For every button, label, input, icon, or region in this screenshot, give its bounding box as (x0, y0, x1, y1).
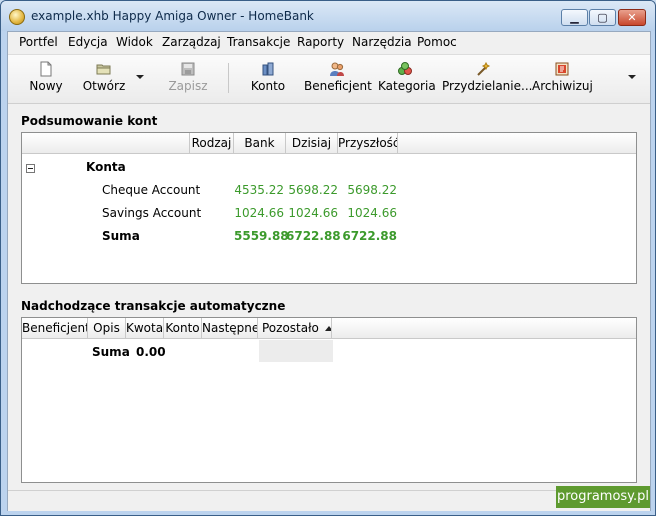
toolbar: Nowy Otwórz Zapisz Konto Beneficjent Kat… (8, 54, 650, 104)
account-label: Konto (250, 79, 286, 93)
archive-icon (555, 62, 569, 76)
today-value: 5698.22 (288, 183, 338, 197)
group-row-accounts[interactable]: Konta (22, 157, 636, 177)
column-header-type[interactable]: Rodzaj (190, 133, 234, 154)
open-button[interactable]: Otwórz (82, 59, 126, 99)
collapse-toggle-icon[interactable] (26, 164, 35, 173)
scheduled-total-row[interactable]: Suma 0.00 (22, 340, 636, 362)
accounts-summary-title: Podsumowanie kont (21, 114, 158, 128)
scheduled-total-label: Suma (92, 345, 130, 359)
minimize-button[interactable]: ▁ (561, 9, 588, 26)
toolbar-overflow-arrow-icon[interactable] (628, 75, 636, 79)
menu-widok[interactable]: Widok (116, 35, 153, 49)
homebank-app-icon[interactable] (9, 9, 25, 25)
column-header-filler (332, 318, 636, 339)
total-row[interactable]: Suma 5559.88 6722.88 6722.88 (22, 226, 636, 246)
column-header-amount[interactable]: Kwota (126, 318, 164, 339)
account-name: Cheque Account (102, 183, 201, 197)
new-label: Nowy (29, 79, 63, 93)
remaining-cell-highlight (259, 340, 333, 362)
assign-label: Przydzielanie... (442, 79, 533, 93)
maximize-button[interactable]: ▢ (589, 9, 616, 26)
payee-people-icon (330, 62, 344, 76)
account-icon (262, 62, 274, 76)
column-header-name[interactable] (22, 133, 190, 154)
bank-value: 4535.22 (234, 183, 284, 197)
column-header-future[interactable]: Przyszłość (338, 133, 398, 154)
menu-bar: Portfel Edycja Widok Zarządzaj Transakcj… (8, 32, 650, 54)
sort-ascending-icon (324, 326, 331, 331)
watermark-badge: programosy.pl (556, 486, 650, 508)
folder-icon (96, 64, 111, 75)
open-label: Otwórz (82, 79, 126, 93)
total-future-value: 6722.88 (342, 229, 397, 243)
archive-button[interactable]: Archiwizuj (532, 59, 593, 99)
payee-button[interactable]: Beneficjent (304, 59, 372, 99)
scheduled-total-amount: 0.00 (136, 345, 166, 359)
table-row[interactable]: Savings Account 1024.66 1024.66 1024.66 (22, 203, 636, 223)
archive-label: Archiwizuj (532, 79, 593, 93)
menu-zarzadzaj[interactable]: Zarządzaj (162, 35, 221, 49)
toolbar-separator (228, 63, 229, 93)
new-button[interactable]: Nowy (26, 59, 66, 99)
account-name: Savings Account (102, 206, 202, 220)
close-button[interactable]: ✕ (618, 9, 646, 26)
status-bar (8, 490, 650, 511)
menu-portfel[interactable]: Portfel (19, 35, 58, 49)
menu-raporty[interactable]: Raporty (297, 35, 344, 49)
column-header-description[interactable]: Opis (88, 318, 126, 339)
today-value: 1024.66 (288, 206, 338, 220)
scheduled-table[interactable]: Beneficjent Opis Kwota Konto Następne Po… (21, 317, 637, 483)
column-header-account[interactable]: Konto (164, 318, 202, 339)
category-icon (398, 62, 412, 75)
bank-value: 1024.66 (234, 206, 284, 220)
assign-button[interactable]: Przydzielanie... (442, 59, 533, 99)
app-window: example.xhb Happy Amiga Owner - HomeBank… (0, 0, 656, 516)
category-button[interactable]: Kategoria (378, 59, 436, 99)
column-header-today[interactable]: Dzisiaj (286, 133, 338, 154)
save-disk-icon (181, 62, 195, 76)
scheduled-title: Nadchodzące transakcje automatyczne (21, 299, 286, 313)
total-label: Suma (102, 229, 140, 243)
menu-edycja[interactable]: Edycja (68, 35, 108, 49)
column-header-filler (398, 133, 636, 154)
open-dropdown-arrow-icon[interactable] (136, 75, 144, 79)
assign-wand-icon (477, 61, 491, 76)
category-label: Kategoria (378, 79, 436, 93)
column-header-remaining[interactable]: Pozostało (258, 318, 332, 339)
save-label: Zapisz (168, 79, 208, 93)
menu-pomoc[interactable]: Pomoc (417, 35, 457, 49)
future-value: 5698.22 (347, 183, 397, 197)
window-title: example.xhb Happy Amiga Owner - HomeBank (31, 9, 314, 23)
column-header-next[interactable]: Następne (202, 318, 258, 339)
table-row[interactable]: Cheque Account 4535.22 5698.22 5698.22 (22, 180, 636, 200)
save-button[interactable]: Zapisz (168, 59, 208, 99)
column-header-remaining-label: Pozostało (262, 321, 319, 335)
client-area: Portfel Edycja Widok Zarządzaj Transakcj… (7, 31, 651, 511)
new-document-icon (40, 61, 52, 77)
group-label: Konta (86, 160, 126, 174)
total-today-value: 6722.88 (286, 229, 341, 243)
accounts-summary-table[interactable]: Rodzaj Bank Dzisiaj Przyszłość Konta Che… (21, 132, 637, 284)
menu-narzedzia[interactable]: Narzędzia (352, 35, 412, 49)
column-header-payee[interactable]: Beneficjent (22, 318, 88, 339)
total-bank-value: 5559.88 (234, 229, 289, 243)
payee-label: Beneficjent (304, 79, 372, 93)
title-bar[interactable]: example.xhb Happy Amiga Owner - HomeBank… (1, 1, 655, 31)
future-value: 1024.66 (347, 206, 397, 220)
column-header-bank[interactable]: Bank (234, 133, 286, 154)
account-button[interactable]: Konto (246, 59, 290, 99)
menu-transakcje[interactable]: Transakcje (227, 35, 290, 49)
